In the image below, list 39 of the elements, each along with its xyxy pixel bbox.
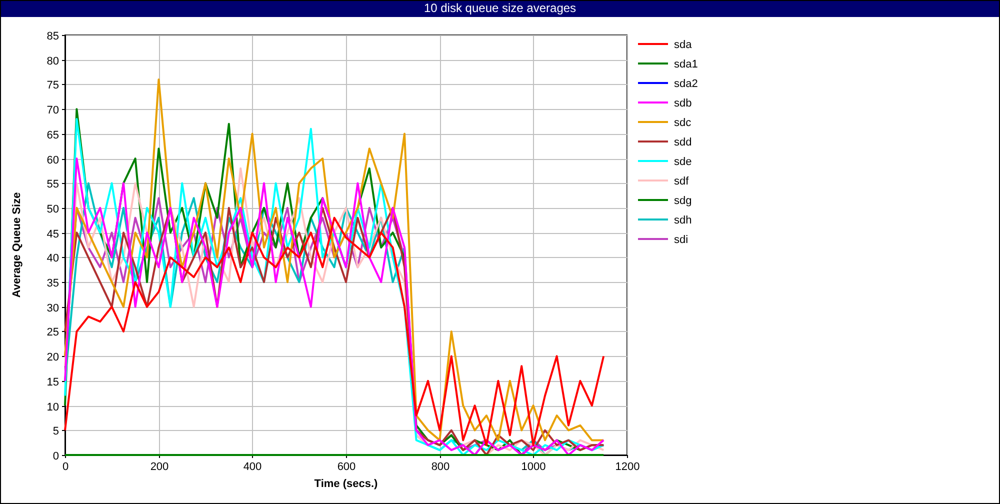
x-axis-title: Time (secs.) bbox=[314, 478, 378, 490]
y-tick-label: 80 bbox=[46, 56, 59, 68]
legend-label: sdh bbox=[674, 214, 692, 226]
y-tick-label: 15 bbox=[46, 376, 59, 388]
y-tick-label: 35 bbox=[46, 278, 59, 290]
legend-label: sdi bbox=[674, 234, 688, 246]
legend-label: sdg bbox=[674, 195, 692, 207]
y-tick-label: 45 bbox=[46, 228, 59, 240]
y-tick-label: 5 bbox=[52, 426, 59, 438]
y-axis-title: Average Queue Size bbox=[11, 192, 23, 298]
y-tick-label: 55 bbox=[46, 178, 59, 190]
x-tick-label: 200 bbox=[150, 461, 169, 473]
y-tick-label: 25 bbox=[46, 326, 59, 338]
y-tick-label: 70 bbox=[46, 104, 59, 116]
y-tick-label: 0 bbox=[52, 450, 59, 462]
legend-label: sda2 bbox=[674, 78, 698, 90]
x-tick-label: 1000 bbox=[521, 461, 546, 473]
legend-label: sda1 bbox=[674, 58, 698, 70]
y-tick-label: 85 bbox=[46, 30, 59, 42]
legend-label: sdf bbox=[674, 176, 689, 188]
y-tick-label: 10 bbox=[46, 402, 59, 414]
legend-label: sde bbox=[674, 156, 692, 168]
legend-label: sdb bbox=[674, 98, 692, 110]
y-tick-label: 60 bbox=[46, 154, 59, 166]
x-tick-label: 1200 bbox=[615, 461, 640, 473]
legend-label: sdc bbox=[674, 117, 692, 129]
y-tick-label: 50 bbox=[46, 204, 59, 216]
x-tick-label: 400 bbox=[243, 461, 262, 473]
x-tick-label: 800 bbox=[431, 461, 450, 473]
x-tick-label: 600 bbox=[337, 461, 356, 473]
x-tick-label: 0 bbox=[62, 461, 69, 473]
legend-label: sda bbox=[674, 39, 692, 51]
window-title: 10 disk queue size averages bbox=[1, 1, 999, 17]
y-tick-label: 65 bbox=[46, 130, 59, 142]
y-tick-label: 75 bbox=[46, 80, 59, 92]
y-tick-label: 20 bbox=[46, 352, 59, 364]
y-tick-label: 30 bbox=[46, 302, 59, 314]
y-tick-label: 40 bbox=[46, 252, 59, 264]
legend-label: sdd bbox=[674, 136, 692, 148]
